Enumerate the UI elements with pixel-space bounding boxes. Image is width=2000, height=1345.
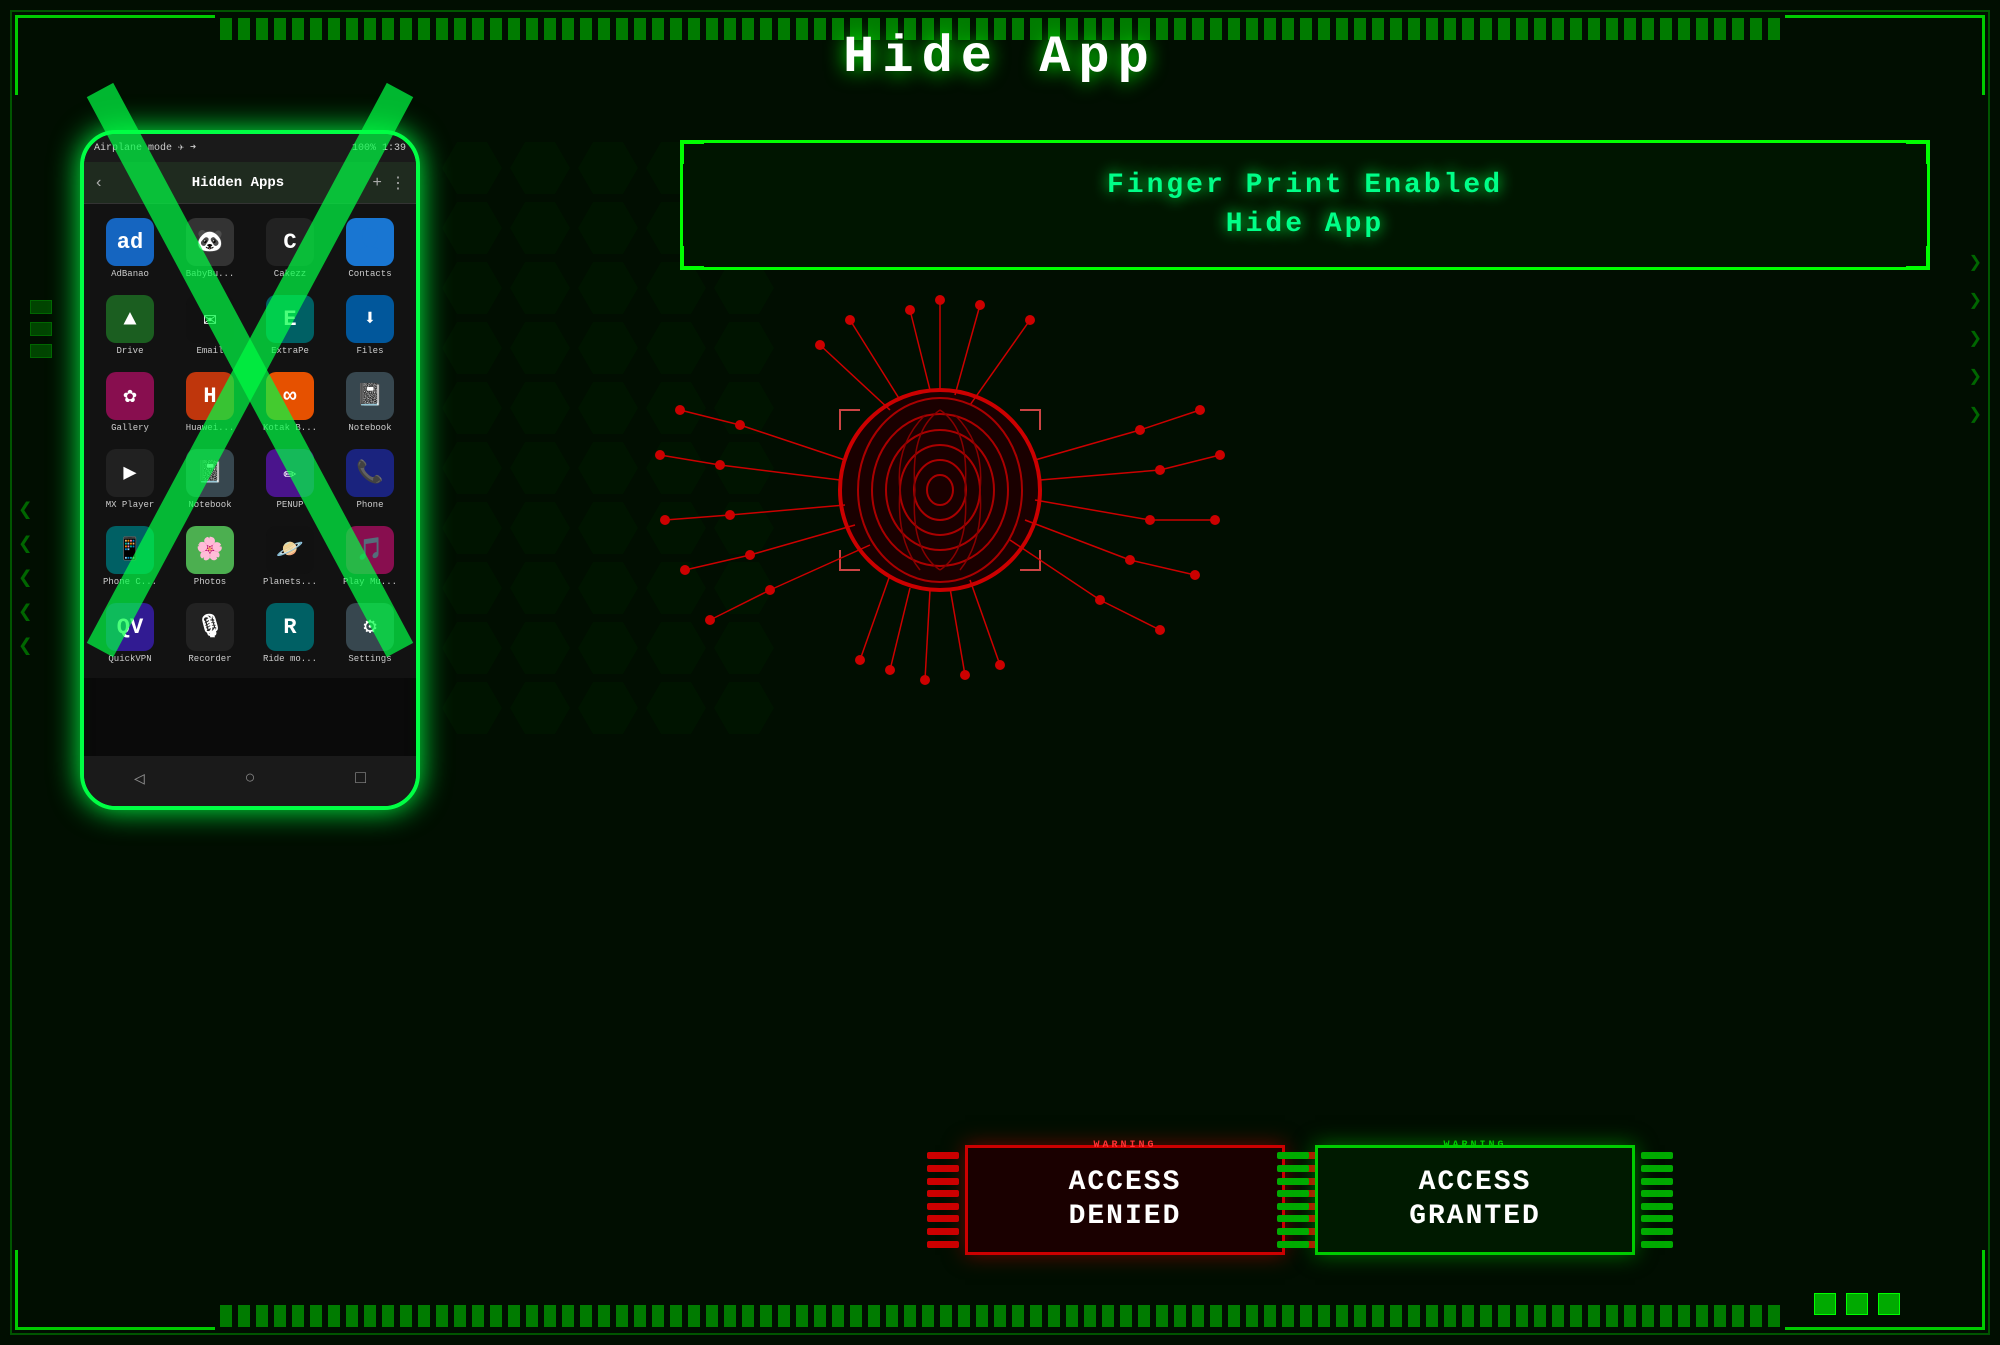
- app-item[interactable]: ✿Gallery: [92, 366, 168, 439]
- left-chevrons: ❮ ❮ ❮ ❮ ❮: [18, 500, 32, 660]
- hud-corner-tr: [1785, 15, 1985, 95]
- back-icon[interactable]: ‹: [94, 174, 104, 192]
- hidden-apps-title: Hidden Apps: [112, 175, 365, 191]
- app-item[interactable]: 👤Contacts: [332, 212, 408, 285]
- corner-tl: [680, 140, 704, 164]
- app-item[interactable]: 🪐Planets...: [252, 520, 328, 593]
- corner-tr: [1906, 140, 1930, 164]
- app-item[interactable]: 🌸Photos: [172, 520, 248, 593]
- app-item[interactable]: adAdBanao: [92, 212, 168, 285]
- denied-warning-text: WARNING: [1093, 1140, 1156, 1151]
- phone-app-header: ‹ Hidden Apps + ⋮: [84, 162, 416, 204]
- denied-line2: DENIED: [1069, 1201, 1182, 1232]
- bottom-dots: [1814, 1293, 1900, 1315]
- granted-line2: GRANTED: [1409, 1201, 1541, 1232]
- app-item[interactable]: ✉Email: [172, 289, 248, 362]
- app-item[interactable]: 📞Phone: [332, 443, 408, 516]
- app-item[interactable]: HHuawei...: [172, 366, 248, 439]
- app-item[interactable]: 📓Notebook: [172, 443, 248, 516]
- phone-status-bar: Airplane mode ✈ ➜ 100% 1:39: [84, 134, 416, 162]
- dot-2: [1846, 1293, 1868, 1315]
- status-right: 100% 1:39: [352, 143, 406, 154]
- app-item[interactable]: 📱Phone C...: [92, 520, 168, 593]
- home-nav-icon[interactable]: ○: [245, 769, 256, 789]
- app-item[interactable]: 📓Notebook: [332, 366, 408, 439]
- access-granted-text: ACCESS GRANTED: [1409, 1166, 1541, 1233]
- left-deco: [30, 300, 52, 358]
- app-item[interactable]: ▲Drive: [92, 289, 168, 362]
- apps-grid: adAdBanao🐼BabyBu...CCakezz👤Contacts ▲Driv…: [84, 204, 416, 678]
- phone-frame: Airplane mode ✈ ➜ 100% 1:39 ‹ Hidden App…: [80, 130, 420, 810]
- recents-nav-icon[interactable]: □: [355, 769, 366, 789]
- more-icon[interactable]: ⋮: [390, 173, 406, 193]
- app-item[interactable]: 🎵Play Mu...: [332, 520, 408, 593]
- granted-warning-text: WARNING: [1443, 1140, 1506, 1151]
- corner-br: [1906, 246, 1930, 270]
- corner-bl: [680, 246, 704, 270]
- page-title: Hide App: [843, 28, 1157, 87]
- granted-line1: ACCESS: [1419, 1167, 1532, 1198]
- fingerprint-svg: [640, 280, 1240, 700]
- app-item[interactable]: ✏PENUP: [252, 443, 328, 516]
- fingerprint-title-text: Finger Print Enabled Hide App: [1107, 166, 1503, 244]
- back-nav-icon[interactable]: ◁: [134, 768, 145, 790]
- bottom-stripe: [220, 1305, 1780, 1327]
- title-line2: Hide App: [1226, 209, 1384, 240]
- app-item[interactable]: RRide mo...: [252, 597, 328, 670]
- dot-3: [1878, 1293, 1900, 1315]
- app-item[interactable]: QVQuickVPN: [92, 597, 168, 670]
- app-item[interactable]: 🎙Recorder: [172, 597, 248, 670]
- app-item[interactable]: CCakezz: [252, 212, 328, 285]
- hud-corner-bl: [15, 1250, 215, 1330]
- access-granted-box: WARNING ACCESS GRANTED: [1315, 1145, 1635, 1255]
- app-item[interactable]: ∞Kotak B...: [252, 366, 328, 439]
- phone-nav-bar: ◁ ○ □: [84, 756, 416, 806]
- access-denied-box: WARNING ACCESS DENIED: [965, 1145, 1285, 1255]
- denied-line1: ACCESS: [1069, 1167, 1182, 1198]
- hud-corner-tl: [15, 15, 215, 95]
- status-left: Airplane mode ✈ ➜: [94, 142, 196, 154]
- add-icon[interactable]: +: [372, 174, 382, 192]
- title-box-inner: Finger Print Enabled Hide App: [680, 140, 1930, 270]
- right-deco: ❯ ❯ ❯ ❯ ❯: [1969, 250, 1982, 428]
- access-boxes: WARNING ACCESS DENIED: [660, 1145, 1940, 1255]
- app-item[interactable]: EExtraPe: [252, 289, 328, 362]
- phone-mockup: Airplane mode ✈ ➜ 100% 1:39 ‹ Hidden App…: [80, 130, 420, 810]
- fingerprint-title-box: Finger Print Enabled Hide App: [680, 140, 1930, 270]
- app-item[interactable]: ▶MX Player: [92, 443, 168, 516]
- app-item[interactable]: ⚙Settings: [332, 597, 408, 670]
- dot-1: [1814, 1293, 1836, 1315]
- title-line1: Finger Print Enabled: [1107, 170, 1503, 201]
- hud-corner-br: [1785, 1250, 1985, 1330]
- app-item[interactable]: ⬇Files: [332, 289, 408, 362]
- access-denied-text: ACCESS DENIED: [1069, 1166, 1182, 1233]
- app-item[interactable]: 🐼BabyBu...: [172, 212, 248, 285]
